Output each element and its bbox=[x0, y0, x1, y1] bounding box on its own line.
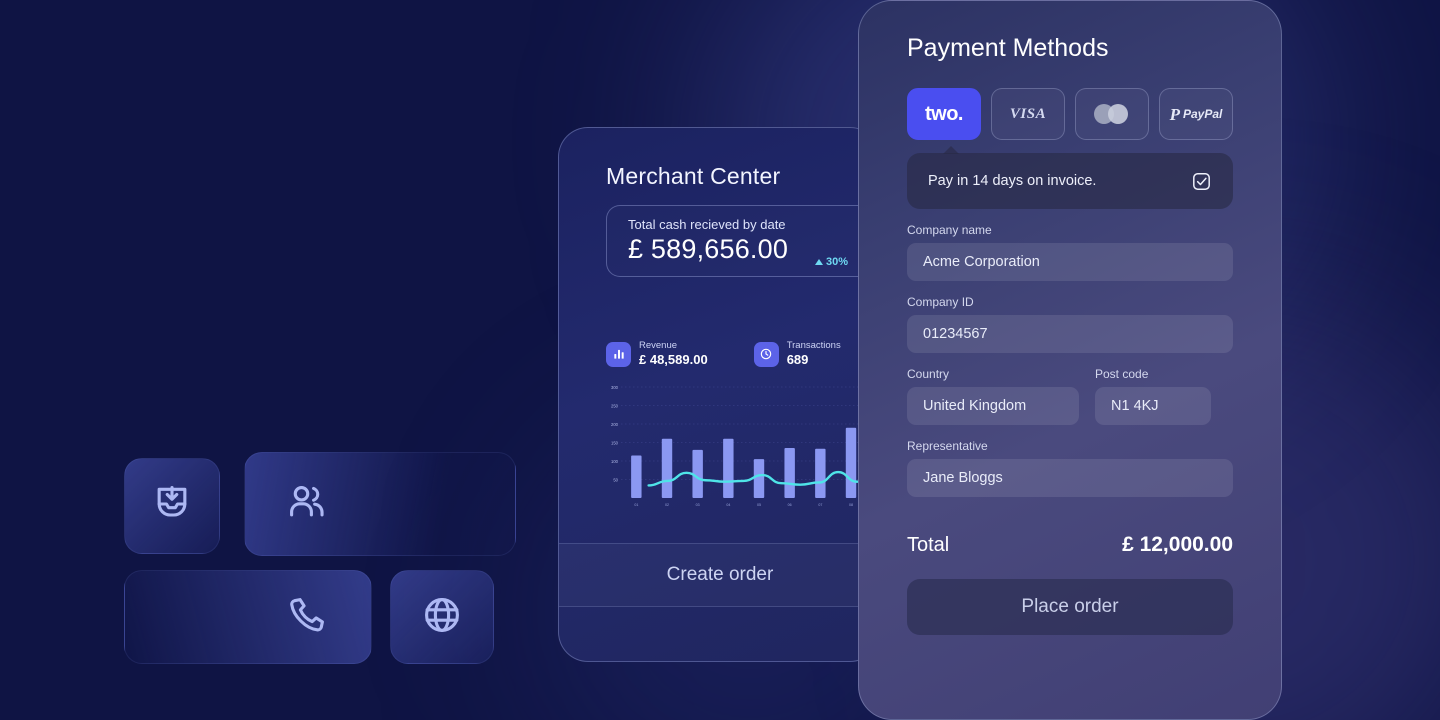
phone-icon bbox=[285, 593, 329, 642]
company-name-field[interactable]: Acme Corporation bbox=[907, 243, 1233, 281]
invoice-checkbox-checked-icon[interactable] bbox=[1191, 171, 1212, 192]
total-cash-delta: 30% bbox=[815, 256, 848, 268]
inbox-download-icon bbox=[150, 482, 194, 531]
stat-revenue-value: £ 48,589.00 bbox=[639, 351, 708, 367]
invoice-option-row[interactable]: Pay in 14 days on invoice. bbox=[907, 146, 1233, 209]
merchant-center-title: Merchant Center bbox=[606, 163, 781, 189]
two-logo: two. bbox=[925, 102, 964, 125]
stat-transactions: Transactions 689 bbox=[753, 340, 841, 369]
payment-method-paypal[interactable]: P PayPal bbox=[1159, 88, 1233, 140]
svg-text:04: 04 bbox=[726, 503, 730, 507]
payment-methods-card: Payment Methods two. VISA P PayPal Pay in… bbox=[858, 0, 1282, 720]
svg-text:07: 07 bbox=[818, 503, 822, 507]
svg-text:100: 100 bbox=[611, 459, 619, 464]
order-total-value: £ 12,000.00 bbox=[1122, 533, 1233, 556]
mastercard-logo-icon bbox=[1094, 104, 1130, 124]
payment-method-two[interactable]: two. bbox=[907, 88, 981, 140]
delta-value: 30% bbox=[826, 256, 849, 268]
shortcut-tile-users[interactable] bbox=[244, 452, 516, 556]
payment-method-mastercard[interactable] bbox=[1075, 88, 1149, 140]
svg-text:08: 08 bbox=[849, 503, 853, 507]
invoice-option-text: Pay in 14 days on invoice. bbox=[928, 173, 1097, 189]
representative-label: Representative bbox=[907, 439, 988, 453]
clock-icon bbox=[753, 341, 779, 367]
users-icon bbox=[285, 480, 329, 529]
company-name-label: Company name bbox=[907, 223, 992, 237]
country-field[interactable]: United Kingdom bbox=[907, 387, 1079, 425]
globe-icon bbox=[420, 593, 464, 642]
svg-text:05: 05 bbox=[757, 503, 761, 507]
paypal-label: PayPal bbox=[1183, 107, 1223, 121]
total-cash-label: Total cash recieved by date bbox=[628, 217, 786, 232]
svg-text:01: 01 bbox=[634, 503, 638, 507]
country-postcode-row: Country United Kingdom Post code N1 4KJ bbox=[907, 353, 1233, 425]
visa-logo: VISA bbox=[1009, 105, 1047, 122]
stat-transactions-value: 689 bbox=[786, 351, 809, 367]
order-total-row: Total £ 12,000.00 bbox=[907, 533, 1233, 557]
stat-revenue-label: Revenue bbox=[639, 340, 678, 351]
total-cash-value: £ 589,656.00 bbox=[628, 234, 789, 264]
screenshot-root: Merchant Center Total cash recieved by d… bbox=[0, 0, 1440, 720]
company-id-label: Company ID bbox=[907, 295, 974, 309]
svg-text:200: 200 bbox=[611, 422, 619, 427]
bar-chart-icon bbox=[606, 341, 631, 367]
payment-method-visa[interactable]: VISA bbox=[991, 88, 1065, 140]
stat-transactions-label: Transactions bbox=[786, 340, 841, 351]
svg-text:02: 02 bbox=[665, 503, 669, 507]
svg-text:06: 06 bbox=[788, 503, 792, 507]
payment-methods-title: Payment Methods bbox=[907, 34, 1109, 62]
company-id-field[interactable]: 01234567 bbox=[907, 315, 1233, 353]
post-code-field[interactable]: N1 4KJ bbox=[1095, 387, 1211, 425]
stats-row: Revenue £ 48,589.00 Transactions 689 bbox=[606, 340, 841, 369]
country-label: Country bbox=[907, 367, 950, 381]
shortcut-tile-globe[interactable] bbox=[390, 570, 494, 664]
representative-field[interactable]: Jane Bloggs bbox=[907, 459, 1233, 497]
svg-text:50: 50 bbox=[613, 478, 618, 483]
svg-text:300: 300 bbox=[611, 385, 619, 390]
trend-up-icon bbox=[815, 259, 823, 265]
revenue-chart: 50100150200250300010203040506070809 bbox=[599, 383, 879, 518]
paypal-logo-icon: P PayPal bbox=[1169, 104, 1223, 124]
svg-text:250: 250 bbox=[611, 404, 619, 409]
shortcut-tile-phone[interactable] bbox=[124, 570, 372, 664]
post-code-label: Post code bbox=[1095, 367, 1149, 381]
svg-text:150: 150 bbox=[611, 441, 619, 446]
place-order-button[interactable]: Place order bbox=[907, 579, 1233, 635]
order-total-label: Total bbox=[907, 534, 950, 556]
svg-text:03: 03 bbox=[696, 503, 700, 507]
payment-method-tabs: two. VISA P PayPal bbox=[907, 88, 1233, 140]
merchant-center-card: Merchant Center Total cash recieved by d… bbox=[558, 127, 880, 662]
shortcut-tile-inbox[interactable] bbox=[124, 458, 220, 554]
revenue-chart-svg: 50100150200250300010203040506070809 bbox=[611, 385, 879, 507]
create-order-button[interactable]: Create order bbox=[559, 543, 879, 607]
stat-revenue: Revenue £ 48,589.00 bbox=[606, 340, 708, 369]
